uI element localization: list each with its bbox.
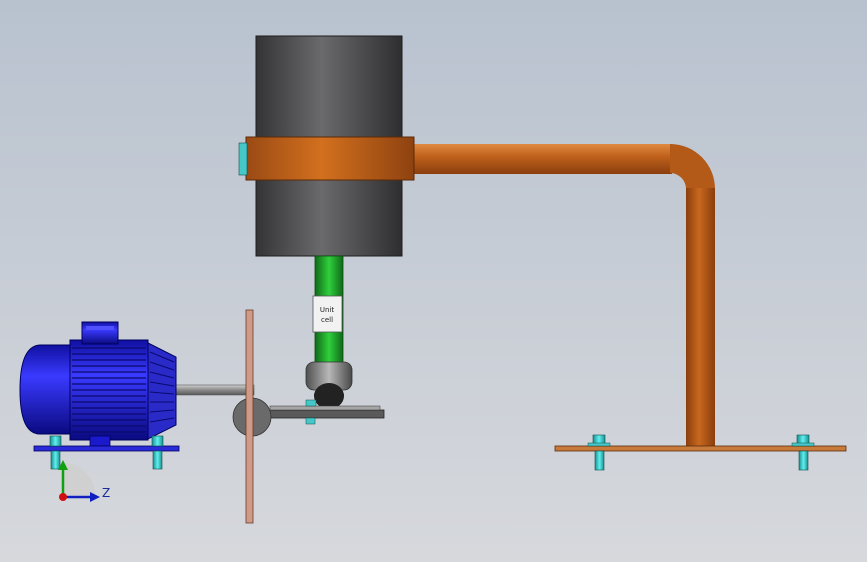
axis-triad: Z (58, 460, 110, 502)
clamp-band (238, 136, 415, 181)
electric-motor (19, 321, 180, 452)
assembly-scene: Unit cell Z (19, 35, 847, 524)
right-base-plate (554, 445, 847, 452)
load-cell-label-line2: cell (321, 316, 333, 324)
axis-z-label: Z (102, 486, 110, 500)
rotating-disc (245, 309, 254, 524)
bolt-icon (587, 434, 611, 471)
load-cell-label-line1: Unit (320, 306, 335, 314)
bolt-icon (49, 435, 62, 470)
bolt-icon (791, 434, 815, 471)
support-arm-pipe (410, 144, 715, 446)
motor-shaft (171, 384, 255, 396)
bolt-icon (151, 435, 164, 470)
load-cell: Unit cell (312, 295, 343, 333)
